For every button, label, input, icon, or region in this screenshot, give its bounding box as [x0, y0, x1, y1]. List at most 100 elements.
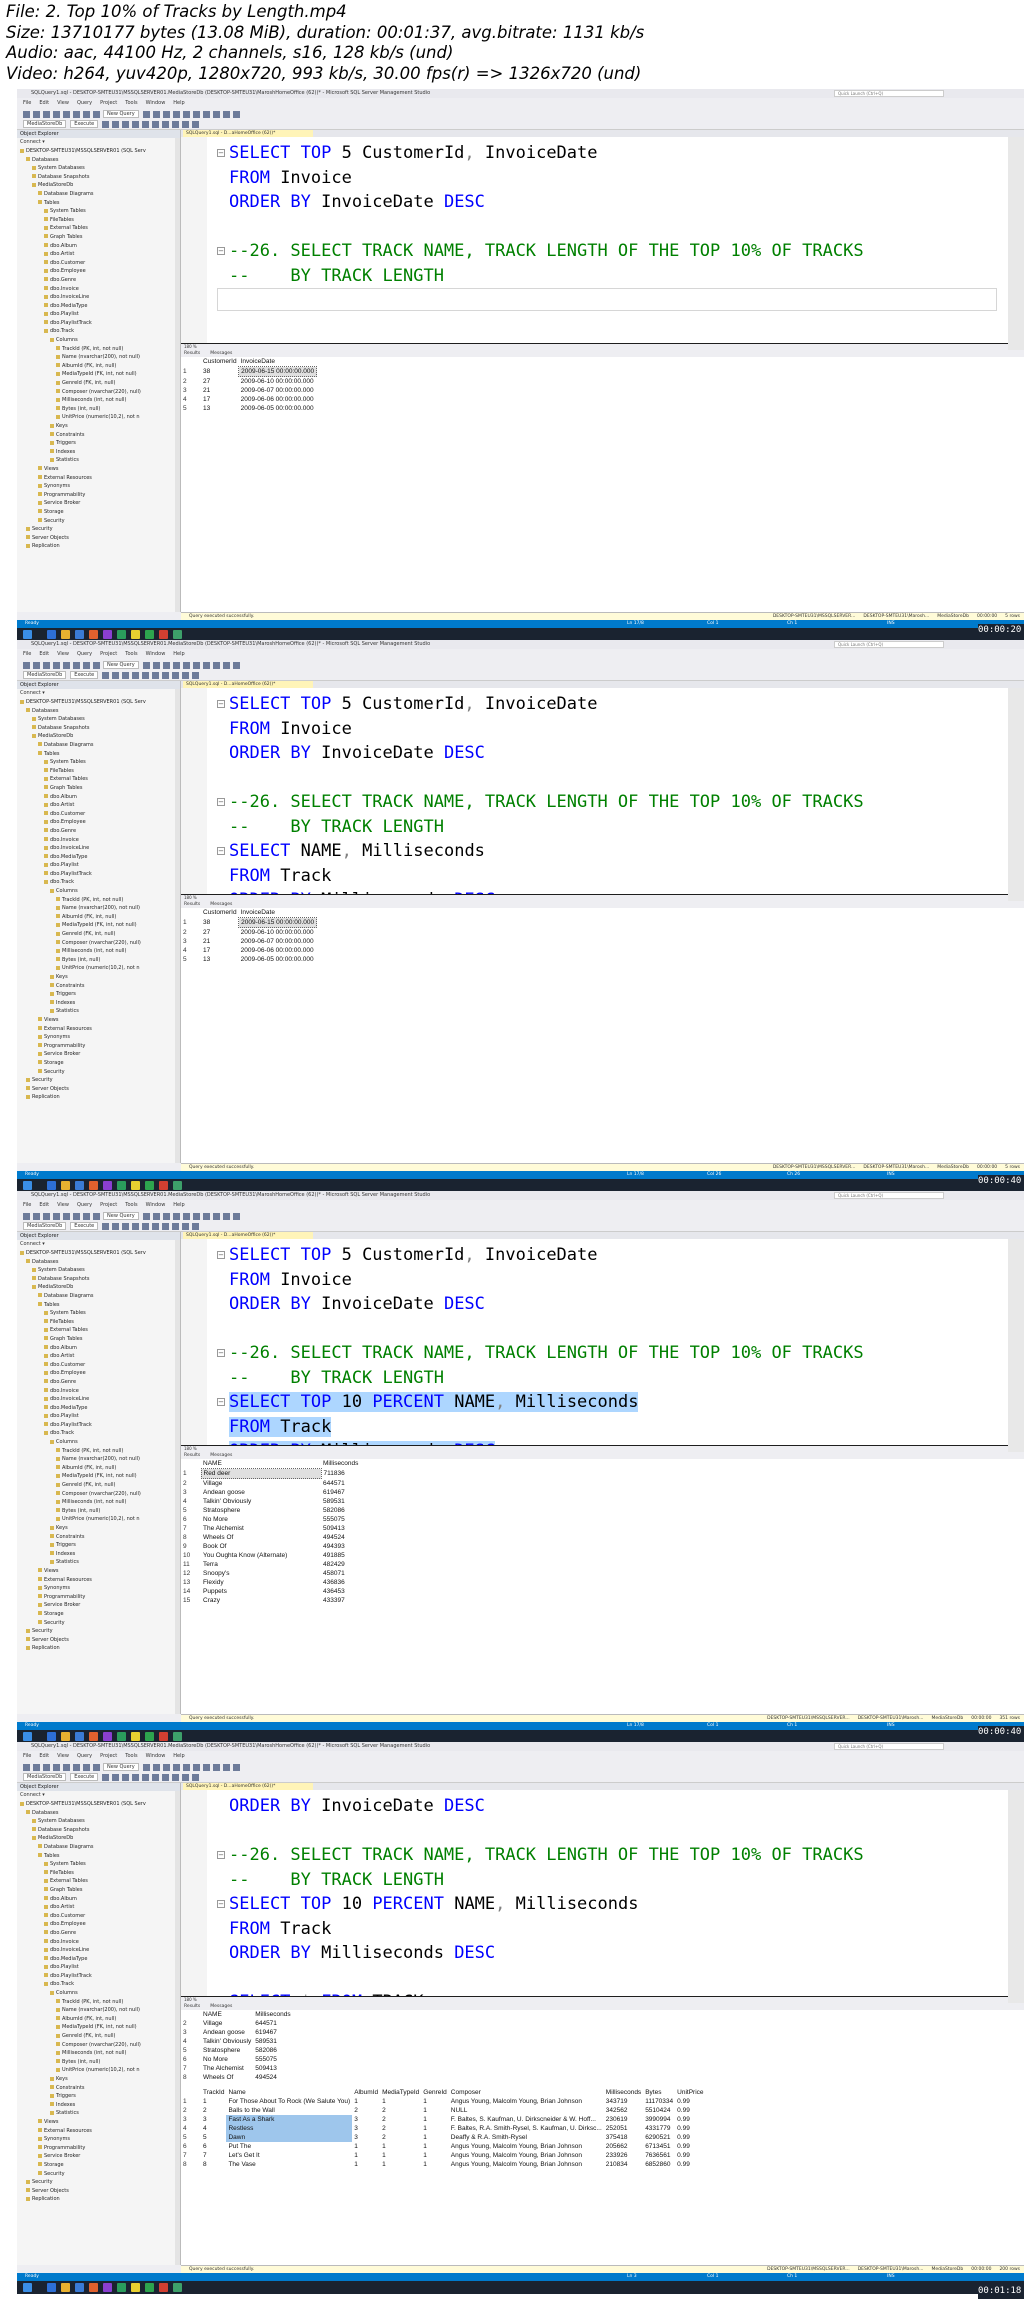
tree-node[interactable]: dbo.Playlist	[17, 310, 180, 319]
tree-node[interactable]: GenreId (FK, int, null)	[17, 379, 180, 388]
toolbar-icon[interactable]	[63, 110, 70, 118]
tree-node[interactable]: dbo.Genre	[17, 1929, 180, 1938]
table-cell[interactable]: 1	[380, 2151, 421, 2160]
table-cell[interactable]: 4331779	[643, 2124, 675, 2133]
code-text[interactable]: SELECT TOP 5 CustomerId, InvoiceDate FROM…	[229, 141, 864, 313]
table-cell[interactable]: 1	[352, 2142, 380, 2151]
toolbar-icon[interactable]	[192, 1763, 200, 1771]
row-number[interactable]: 3	[181, 937, 201, 946]
table-row[interactable]: 8 Wheels Of 494524	[181, 1533, 360, 1542]
toolbar-icon[interactable]	[212, 1763, 220, 1771]
result-tab-messages[interactable]: Messages	[210, 902, 232, 907]
tree-node[interactable]: MediaTypeId (FK, int, not null)	[17, 2023, 180, 2032]
toolbar-icon[interactable]	[112, 671, 120, 679]
toolbar-icon[interactable]	[192, 1222, 200, 1230]
toolbar-icon[interactable]	[83, 1763, 90, 1771]
tree-node[interactable]: FileTables	[17, 767, 180, 776]
tree-node[interactable]: MediaStoreDb	[17, 1834, 180, 1843]
connect-button[interactable]: Connect ▾	[17, 1240, 180, 1249]
table-cell[interactable]: 711836	[321, 1469, 360, 1479]
tree-node[interactable]: Storage	[17, 1059, 180, 1068]
table-cell[interactable]: 494524	[253, 2073, 292, 2082]
tree-node[interactable]: Tables	[17, 1852, 180, 1861]
table-row[interactable]: 14 Puppets 436453	[181, 1587, 360, 1596]
result-tab-results[interactable]: Results	[184, 902, 200, 907]
row-number[interactable]: 5	[181, 2046, 201, 2055]
table-cell[interactable]: 6852860	[643, 2160, 675, 2169]
table-cell[interactable]: Andean goose	[201, 1488, 321, 1497]
menu-item-query[interactable]: Query	[77, 1202, 92, 1208]
table-cell[interactable]: 2009-06-15 00:00:00.000	[238, 366, 318, 377]
menu-item-window[interactable]: Window	[146, 100, 166, 106]
tree-node[interactable]: Keys	[17, 2075, 180, 2084]
toolbar-icon[interactable]	[182, 1222, 190, 1230]
toolbar-icon[interactable]	[192, 671, 200, 679]
tree-node[interactable]: Bytes (int, null)	[17, 405, 180, 414]
table-cell[interactable]: 436836	[321, 1578, 360, 1587]
tree-node[interactable]: Milliseconds (int, not null)	[17, 1498, 180, 1507]
row-number[interactable]: 7	[181, 2064, 201, 2073]
tree-node[interactable]: DESKTOP-SMTEU31\MSSQLSERVER01 (SQL Serv	[17, 698, 180, 707]
table-cell[interactable]: 27	[201, 928, 239, 938]
table-cell[interactable]: 582086	[253, 2046, 292, 2055]
tree-node[interactable]: Synonyms	[17, 482, 180, 491]
menu-item-project[interactable]: Project	[100, 100, 117, 106]
tree-node[interactable]: Tables	[17, 1301, 180, 1310]
table-cell[interactable]: 2	[380, 2124, 421, 2133]
taskbar-app-icon[interactable]	[117, 630, 126, 639]
toolbar-icon[interactable]	[182, 1212, 190, 1220]
tree-node[interactable]: GenreId (FK, int, null)	[17, 930, 180, 939]
result-tab-results[interactable]: Results	[184, 2004, 200, 2009]
tree-node[interactable]: Security	[17, 517, 180, 526]
table-row[interactable]: 1 Red deer 711836	[181, 1468, 360, 1479]
row-number[interactable]: 15	[181, 1596, 201, 1605]
table-cell[interactable]: 7	[201, 2151, 226, 2160]
result-table[interactable]: NAME Milliseconds 1 Red deer 711836 2 Village 6…	[181, 1459, 360, 1605]
table-cell[interactable]: Deaffy & R.A. Smith-Rysel	[449, 2133, 604, 2142]
toolbar-icon[interactable]	[122, 1773, 130, 1781]
table-cell[interactable]: Flexidy	[201, 1578, 321, 1587]
tree-node[interactable]: AlbumId (FK, int, null)	[17, 913, 180, 922]
tree-node[interactable]: Security	[17, 1627, 180, 1636]
taskbar-app-icon[interactable]	[47, 1181, 56, 1190]
toolbar-icon[interactable]	[152, 1222, 160, 1230]
tree-node[interactable]: MediaStoreDb	[17, 181, 180, 190]
toolbar-icon[interactable]	[122, 1222, 130, 1230]
table-cell[interactable]: 436453	[321, 1587, 360, 1596]
table-row[interactable]: 6 6 Put The 1 1 1 Angus Young, Malcolm Young, …	[181, 2142, 706, 2151]
tree-node[interactable]: Synonyms	[17, 1033, 180, 1042]
toolbar-icon[interactable]	[172, 671, 180, 679]
tree-node[interactable]: Storage	[17, 2161, 180, 2170]
row-number[interactable]: 6	[181, 2142, 201, 2151]
windows-start-icon[interactable]	[23, 2283, 32, 2292]
tree-node[interactable]: dbo.Employee	[17, 1920, 180, 1929]
table-row[interactable]: 3 21 2009-06-07 00:00:00.000	[181, 937, 317, 946]
toolbar-icon[interactable]	[83, 110, 90, 118]
table-cell[interactable]: Let's Get It	[226, 2151, 352, 2160]
table-cell[interactable]: 1	[352, 2097, 380, 2106]
table-cell[interactable]: 589531	[321, 1497, 360, 1506]
tree-node[interactable]: UnitPrice (numeric(10,2), not n	[17, 2066, 180, 2075]
column-header[interactable]: InvoiceDate	[239, 908, 317, 918]
toolbar-icon[interactable]	[83, 1212, 90, 1220]
quick-launch-input[interactable]: Quick Launch (Ctrl+Q)	[834, 90, 944, 97]
column-header[interactable]: Bytes	[643, 2088, 675, 2097]
tree-node[interactable]: External Resources	[17, 1576, 180, 1585]
tree-node[interactable]: Security	[17, 1076, 180, 1085]
tree-node[interactable]: Databases	[17, 707, 180, 716]
tree-node[interactable]: UnitPrice (numeric(10,2), not n	[17, 964, 180, 973]
toolbar-icon[interactable]	[202, 1763, 210, 1771]
tree-node[interactable]: dbo.Playlist	[17, 861, 180, 870]
collapse-toggle[interactable]: −	[217, 1349, 225, 1357]
table-cell[interactable]: 1	[421, 2097, 449, 2106]
table-cell[interactable]: 1	[201, 2097, 226, 2106]
table-cell[interactable]: 1	[421, 2124, 449, 2133]
toolbar-icon[interactable]	[152, 1763, 160, 1771]
taskbar-app-icon[interactable]	[131, 1181, 140, 1190]
toolbar-icon[interactable]	[182, 671, 190, 679]
toolbar-icon[interactable]	[152, 1212, 160, 1220]
toolbar-icon[interactable]	[122, 120, 130, 128]
table-row[interactable]: 8 8 The Vase 1 1 1 Angus Young, Malcolm Young,…	[181, 2160, 706, 2169]
table-cell[interactable]: 4	[201, 2124, 226, 2133]
taskbar-app-icon[interactable]	[75, 630, 84, 639]
